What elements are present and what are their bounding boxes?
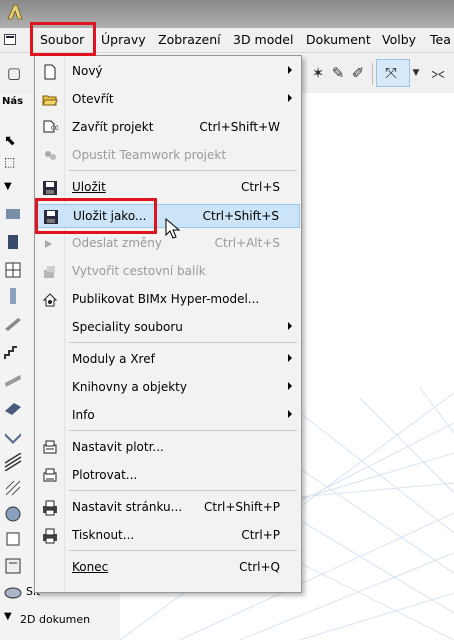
menu-upravy[interactable]: Úpravy (101, 32, 146, 48)
angle-icon[interactable]: ⪥ (426, 61, 450, 85)
chevron-down-icon[interactable]: ▼ (404, 61, 428, 85)
arrow-tool-icon[interactable]: ⬉ (4, 133, 22, 151)
menu-separator (69, 170, 297, 171)
soubor-highlight-box (30, 22, 96, 56)
print-icon (43, 528, 57, 544)
bimx-publish-icon (42, 293, 58, 307)
wall-tool-icon[interactable] (4, 205, 22, 223)
toolbar-separator (372, 63, 373, 85)
menu-item-otevrit[interactable]: Otevřít (36, 88, 300, 112)
menu-item-ulozit[interactable]: Uložit Ctrl+S (36, 176, 300, 200)
menu-item-cestovni-balik: Vytvořit cestovní balík (36, 260, 300, 284)
menu-item-tisknout[interactable]: Tisknout... Ctrl+P (36, 524, 300, 548)
leave-teamwork-icon (45, 151, 56, 160)
object-tool-icon[interactable] (4, 505, 22, 523)
open-folder-icon (42, 95, 58, 106)
svg-text:00: 00 (51, 125, 58, 132)
page-setup-icon (43, 500, 57, 516)
new-document-icon (44, 64, 56, 80)
beam-tool-icon[interactable] (4, 315, 22, 333)
mouse-cursor-icon (165, 218, 181, 239)
stair-tool-icon[interactable] (4, 343, 22, 361)
toolbox-header: Nás (2, 96, 24, 107)
collapse-triangle-icon[interactable]: ▼ (4, 181, 22, 199)
menu-3d-model[interactable]: 3D model (233, 32, 293, 48)
marquee-tool-icon[interactable]: ⬚ (4, 155, 22, 173)
snap-icon: ⤧ (384, 64, 397, 82)
submenu-arrow-icon (288, 354, 292, 362)
menu-tea[interactable]: Tea (430, 32, 451, 48)
menu-item-novy[interactable]: Nový (36, 60, 300, 84)
menu-separator (69, 550, 297, 551)
lamp-tool-icon[interactable] (4, 531, 22, 549)
menu-item-nastavit-plotr[interactable]: Nastavit plotr... (36, 436, 300, 460)
menu-volby[interactable]: Volby (382, 32, 416, 48)
submenu-arrow-icon (288, 410, 292, 418)
menu-item-speciality-souboru[interactable]: Speciality souboru (36, 316, 300, 340)
menu-item-plotrovat[interactable]: Plotrovat... (36, 464, 300, 488)
submenu-arrow-icon (288, 382, 292, 390)
eyedropper-icon[interactable]: ✐ (346, 61, 370, 85)
zone-tool-icon[interactable] (4, 557, 22, 575)
submenu-arrow-icon (288, 66, 292, 74)
column-tool-icon[interactable] (4, 287, 22, 305)
close-project-icon: 00 (43, 120, 58, 133)
plot-icon (43, 468, 57, 482)
roof-tool-icon[interactable] (4, 427, 22, 445)
travel-pack-icon (44, 266, 55, 278)
archicad-logo-icon (7, 4, 23, 20)
menu-dokument[interactable]: Dokument (306, 32, 371, 48)
menu-zobrazeni[interactable]: Zobrazení (158, 32, 221, 48)
menu-item-zavrit-projekt[interactable]: 00 Zavřít projekt Ctrl+Shift+W (36, 116, 300, 140)
menu-item-konec[interactable]: Konec Ctrl+Q (36, 556, 300, 580)
railing-tool-icon[interactable] (4, 371, 22, 389)
save-icon (43, 181, 57, 195)
window-tool-icon[interactable] (4, 261, 22, 279)
menu-item-knihovny-objekty[interactable]: Knihovny a objekty (36, 376, 300, 400)
file-menu-dropdown: Nový Otevřít 00 Zavřít projekt Ctrl+Shif… (34, 55, 302, 593)
menu-separator (69, 342, 297, 343)
menu-item-nastavit-stranku[interactable]: Nastavit stránku... Ctrl+Shift+P (36, 496, 300, 520)
shell-tool-icon[interactable] (4, 452, 22, 472)
window-system-menu-icon[interactable] (4, 34, 16, 45)
toolbox-section-2d[interactable]: 2D dokumen (20, 613, 90, 626)
mesh-net-icon[interactable] (4, 583, 22, 601)
plotter-setup-icon (43, 440, 57, 454)
menu-separator (69, 430, 297, 431)
new-file-icon[interactable]: ▢ (2, 61, 26, 85)
menu-separator (69, 490, 297, 491)
menu-item-info[interactable]: Info (36, 404, 300, 428)
menu-item-moduly-xref[interactable]: Moduly a Xref (36, 348, 300, 372)
menu-item-publikovat-bimx[interactable]: Publikovat BIMx Hyper-model... (36, 288, 300, 312)
slab-tool-icon[interactable] (4, 399, 22, 417)
door-tool-icon[interactable] (4, 233, 22, 251)
ulozit-jako-highlight-box (35, 198, 157, 234)
submenu-arrow-icon (288, 94, 292, 102)
send-changes-icon (45, 240, 52, 248)
mesh-tool-icon[interactable] (4, 479, 22, 497)
menu-item-opustit-teamwork: Opustit Teamwork projekt (36, 144, 300, 168)
submenu-arrow-icon (288, 322, 292, 330)
